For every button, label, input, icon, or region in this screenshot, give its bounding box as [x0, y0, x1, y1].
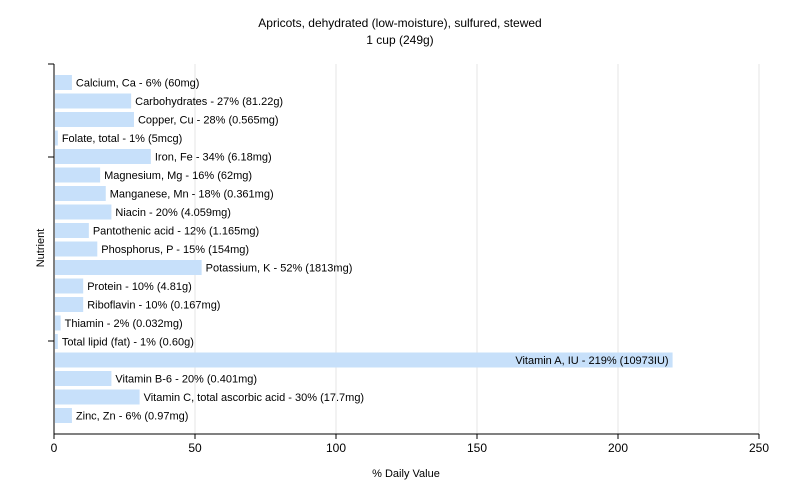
bar-label: Potassium, K - 52% (1813mg) — [206, 263, 353, 275]
bar-label: Niacin - 20% (4.059mg) — [115, 207, 231, 219]
bar-label: Copper, Cu - 28% (0.565mg) — [138, 115, 279, 127]
x-tick-label: 100 — [326, 441, 346, 455]
bars: Calcium, Ca - 6% (60mg) Carbohydrates - 2… — [55, 75, 673, 423]
bar-label: Thiamin - 2% (0.032mg) — [65, 318, 183, 330]
bar-label: Vitamin B-6 - 20% (0.401mg) — [115, 374, 257, 386]
bar-label: Magnesium, Mg - 16% (62mg) — [104, 170, 252, 182]
bar-label: Total lipid (fat) - 1% (0.60g) — [62, 337, 194, 349]
x-tick-label: 50 — [188, 441, 202, 455]
bar-label: Iron, Fe - 34% (6.18mg) — [155, 152, 272, 164]
bar — [55, 241, 98, 257]
x-axis-title: % Daily Value — [372, 468, 440, 480]
x-ticks: 0 50 100 150 200 250 — [51, 434, 769, 455]
x-tick-label: 200 — [608, 441, 628, 455]
bar-label: Pantothenic acid - 12% (1.165mg) — [93, 226, 259, 238]
bar-label: Phosphorus, P - 15% (154mg) — [101, 244, 249, 256]
chart: Apricots, dehydrated (low-moisture), sul… — [35, 16, 769, 480]
bar-label: Folate, total - 1% (5mcg) — [62, 133, 182, 145]
bar — [55, 93, 132, 109]
y-axis-title: Nutrient — [35, 229, 47, 268]
bar-label: Manganese, Mn - 18% (0.361mg) — [110, 189, 274, 201]
grid-lines — [194, 64, 760, 434]
chart-subtitle: 1 cup (249g) — [366, 33, 433, 47]
x-tick-label: 250 — [749, 441, 769, 455]
bar — [55, 149, 151, 164]
bar — [55, 260, 202, 275]
bar-label: Calcium, Ca - 6% (60mg) — [76, 78, 199, 90]
bar — [55, 315, 61, 331]
bar — [55, 223, 89, 238]
bar-label: Riboflavin - 10% (0.167mg) — [87, 300, 220, 312]
bar — [55, 408, 72, 423]
bar-label: Protein - 10% (4.81g) — [87, 281, 192, 293]
bar — [55, 75, 72, 90]
x-tick-label: 0 — [51, 441, 58, 455]
bar — [55, 130, 58, 146]
chart-title: Apricots, dehydrated (low-moisture), sul… — [258, 16, 541, 30]
bar — [55, 297, 84, 312]
bar — [55, 371, 112, 386]
bar — [55, 278, 84, 294]
x-tick-label: 150 — [467, 441, 487, 455]
bar — [55, 112, 134, 127]
bar-label: Vitamin A, IU - 219% (10973IU) — [515, 355, 668, 367]
bar-label: Vitamin C, total ascorbic acid - 30% (17… — [144, 392, 365, 404]
bar — [55, 389, 140, 405]
bar-label: Zinc, Zn - 6% (0.97mg) — [76, 411, 188, 423]
bar — [55, 186, 106, 201]
bar — [55, 204, 112, 220]
bar-label: Carbohydrates - 27% (81.22g) — [135, 96, 283, 108]
bar — [55, 167, 101, 183]
bar — [55, 334, 58, 349]
